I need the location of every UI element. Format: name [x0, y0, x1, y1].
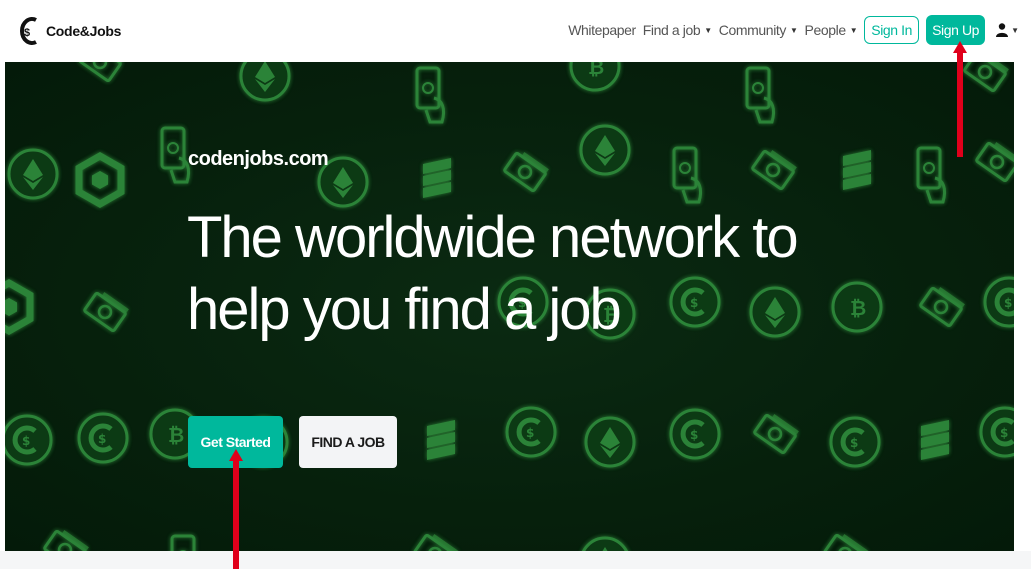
page-footer-strip [0, 551, 1031, 569]
nav-whitepaper[interactable]: Whitepaper [568, 22, 636, 38]
nav-people[interactable]: People ▼ [805, 22, 858, 38]
brand-name: Code&Jobs [46, 23, 122, 39]
nav-people-label: People [804, 22, 847, 38]
caret-down-icon: ▼ [704, 25, 712, 35]
nav-menu: Whitepaper Find a job ▼ Community ▼ Peop… [568, 15, 1019, 45]
annotation-arrow-up-icon [229, 449, 243, 569]
c-dollar-logo-icon: $ [20, 17, 37, 45]
caret-down-icon: ▼ [1011, 25, 1019, 35]
hero-banner: $ ₿ [5, 62, 1014, 551]
nav-community[interactable]: Community ▼ [719, 22, 798, 38]
nav-find-a-job[interactable]: Find a job ▼ [643, 22, 712, 38]
navbar: $ Code&Jobs Whitepaper Find a job ▼ Comm… [0, 0, 1031, 62]
user-menu[interactable]: ▼ [996, 23, 1019, 37]
hero-actions: Get Started FIND A JOB [188, 416, 397, 468]
user-icon [996, 23, 1009, 37]
nav-whitepaper-label: Whitepaper [568, 22, 636, 38]
annotation-arrow-up-icon [953, 41, 967, 157]
caret-down-icon: ▼ [849, 25, 858, 35]
hero-domain: codenjobs.com [188, 148, 329, 170]
nav-community-label: Community [718, 22, 787, 38]
nav-find-a-job-label: Find a job [642, 22, 701, 38]
caret-down-icon: ▼ [790, 25, 798, 35]
brand[interactable]: $ Code&Jobs [16, 13, 121, 49]
svg-text:$: $ [24, 27, 30, 39]
sign-in-button[interactable]: Sign In [864, 16, 920, 44]
hero-title: The worldwide network to help you find a… [187, 205, 799, 342]
find-a-job-button[interactable]: FIND A JOB [299, 416, 397, 468]
